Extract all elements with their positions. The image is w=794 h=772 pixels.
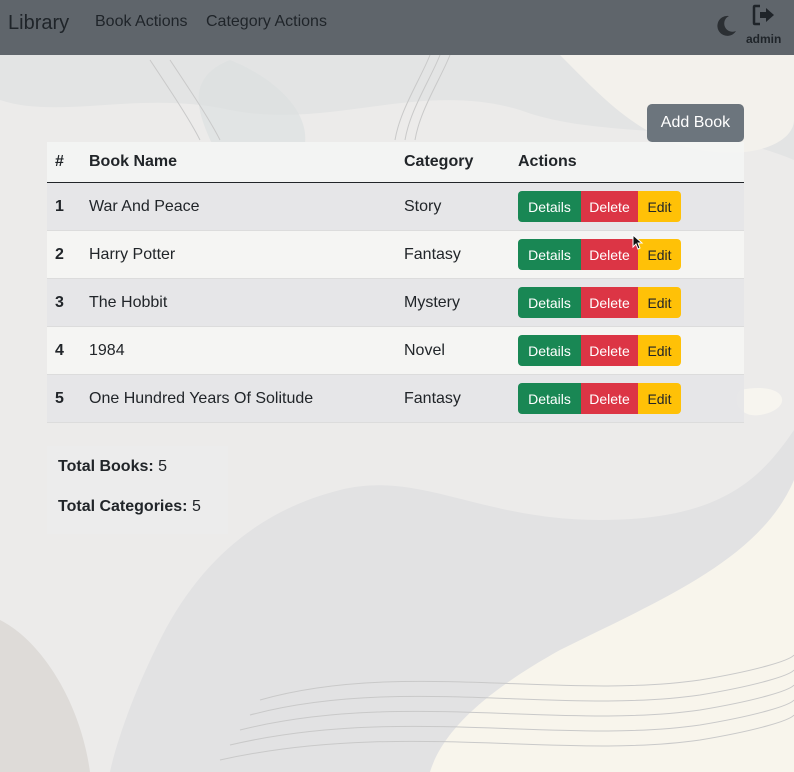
totals-panel: Total Books: 5 Total Categories: 5 xyxy=(47,446,228,534)
header-category: Category xyxy=(396,142,510,183)
navbar: Library Book Actions Category Actions ad… xyxy=(0,0,794,55)
delete-button[interactable]: Delete xyxy=(581,383,638,414)
edit-button[interactable]: Edit xyxy=(638,239,681,270)
book-name: 1984 xyxy=(81,326,396,375)
row-actions: Details Delete Edit xyxy=(510,182,744,231)
details-button[interactable]: Details xyxy=(518,239,581,270)
nav-book-actions[interactable]: Book Actions xyxy=(95,13,188,31)
table-row: 1 War And Peace Story Details Delete Edi… xyxy=(47,182,744,231)
book-category: Mystery xyxy=(396,278,510,327)
delete-button[interactable]: Delete xyxy=(581,335,638,366)
table-row: 4 1984 Novel Details Delete Edit xyxy=(47,326,744,375)
book-name: War And Peace xyxy=(81,182,396,231)
book-name: The Hobbit xyxy=(81,278,396,327)
details-button[interactable]: Details xyxy=(518,191,581,222)
logout-icon[interactable] xyxy=(752,4,776,26)
book-name: One Hundred Years Of Solitude xyxy=(81,374,396,423)
row-number: 5 xyxy=(47,374,81,423)
row-number: 1 xyxy=(47,182,81,231)
brand-link[interactable]: Library xyxy=(8,12,69,35)
edit-button[interactable]: Edit xyxy=(638,335,681,366)
delete-button[interactable]: Delete xyxy=(581,191,638,222)
details-button[interactable]: Details xyxy=(518,335,581,366)
add-book-button[interactable]: Add Book xyxy=(647,104,744,142)
edit-button[interactable]: Edit xyxy=(638,287,681,318)
row-actions: Details Delete Edit xyxy=(510,230,744,279)
row-actions: Details Delete Edit xyxy=(510,374,744,423)
total-categories: Total Categories: 5 xyxy=(58,498,201,516)
books-table: # Book Name Category Actions 1 War And P… xyxy=(47,142,744,423)
total-books-value: 5 xyxy=(158,458,168,475)
header-book-name: Book Name xyxy=(81,142,396,183)
nav-category-actions[interactable]: Category Actions xyxy=(206,13,327,31)
row-actions: Details Delete Edit xyxy=(510,278,744,327)
total-books-label: Total Books: xyxy=(58,458,154,475)
edit-button[interactable]: Edit xyxy=(638,191,681,222)
book-category: Story xyxy=(396,182,510,231)
total-categories-label: Total Categories: xyxy=(58,498,188,515)
edit-button[interactable]: Edit xyxy=(638,383,681,414)
book-category: Fantasy xyxy=(396,230,510,279)
row-actions: Details Delete Edit xyxy=(510,326,744,375)
table-row: 5 One Hundred Years Of Solitude Fantasy … xyxy=(47,374,744,423)
book-name: Harry Potter xyxy=(81,230,396,279)
row-number: 3 xyxy=(47,278,81,327)
username-label: admin xyxy=(746,32,782,46)
delete-button[interactable]: Delete xyxy=(581,287,638,318)
row-number: 2 xyxy=(47,230,81,279)
book-category: Fantasy xyxy=(396,374,510,423)
details-button[interactable]: Details xyxy=(518,383,581,414)
table-row: 3 The Hobbit Mystery Details Delete Edit xyxy=(47,278,744,327)
book-category: Novel xyxy=(396,326,510,375)
header-number: # xyxy=(47,142,81,183)
header-actions: Actions xyxy=(510,142,744,183)
moon-icon[interactable] xyxy=(713,13,739,39)
delete-button[interactable]: Delete xyxy=(581,239,638,270)
details-button[interactable]: Details xyxy=(518,287,581,318)
mouse-cursor-icon xyxy=(632,234,644,250)
total-books: Total Books: 5 xyxy=(58,458,167,476)
row-number: 4 xyxy=(47,326,81,375)
total-categories-value: 5 xyxy=(191,498,201,515)
table-header-row: # Book Name Category Actions xyxy=(47,142,744,183)
